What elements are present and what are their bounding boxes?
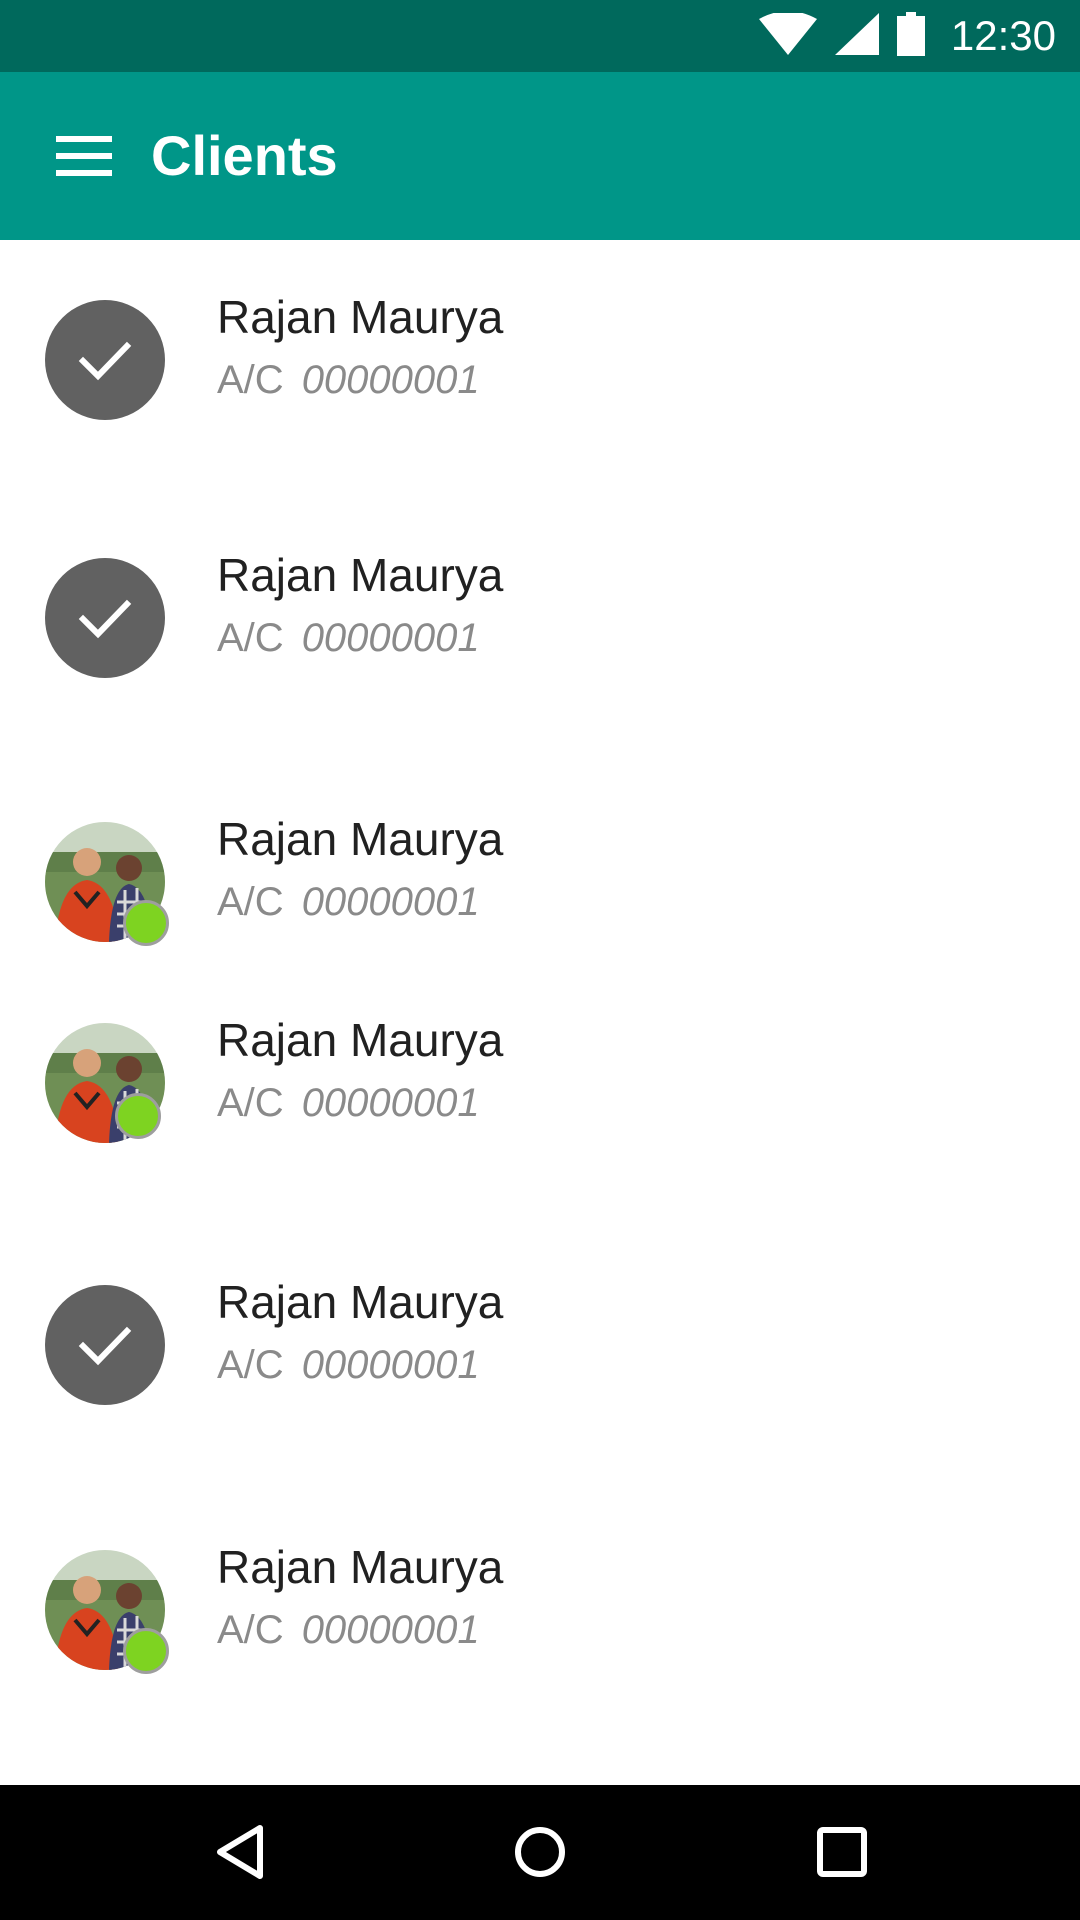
- client-name: Rajan Maurya: [217, 549, 504, 601]
- client-list[interactable]: Rajan Maurya A/C 00000001 Rajan Maurya A/C 00…: [0, 240, 1080, 1785]
- battery-icon: [896, 11, 925, 61]
- account-label: A/C: [217, 358, 284, 402]
- client-account: A/C 00000001: [217, 880, 480, 925]
- navigation-bar: [0, 1785, 1080, 1920]
- checkmark-icon: [78, 1326, 132, 1366]
- home-icon[interactable]: [480, 1785, 600, 1920]
- status-bar: 12:30: [0, 0, 1080, 72]
- client-photo-avatar[interactable]: [45, 1550, 169, 1674]
- client-list-item[interactable]: Rajan Maurya A/C 00000001: [0, 963, 1080, 1163]
- client-name: Rajan Maurya: [217, 813, 504, 865]
- account-label: A/C: [217, 1343, 284, 1387]
- client-list-item[interactable]: Rajan Maurya A/C 00000001: [0, 498, 1080, 698]
- client-list-item[interactable]: Rajan Maurya A/C 00000001: [0, 1490, 1080, 1690]
- recents-icon[interactable]: [782, 1785, 902, 1920]
- client-list-item[interactable]: Rajan Maurya A/C 00000001: [0, 762, 1080, 962]
- client-account: A/C 00000001: [217, 1343, 480, 1388]
- account-label: A/C: [217, 1081, 284, 1125]
- selected-check-avatar[interactable]: [45, 558, 165, 678]
- account-label: A/C: [217, 616, 284, 660]
- account-number: 00000001: [301, 616, 480, 660]
- cell-signal-icon: [834, 12, 879, 60]
- hamburger-menu-icon[interactable]: [56, 134, 112, 178]
- status-icons: 12:30: [758, 0, 1056, 72]
- client-account: A/C 00000001: [217, 358, 480, 403]
- client-list-item[interactable]: Rajan Maurya A/C 00000001: [0, 240, 1080, 440]
- account-number: 00000001: [301, 358, 480, 402]
- wifi-icon: [758, 10, 817, 60]
- selected-check-avatar[interactable]: [45, 1285, 165, 1405]
- checkmark-icon: [78, 599, 132, 639]
- online-status-indicator: [123, 900, 169, 946]
- client-account: A/C 00000001: [217, 1081, 480, 1126]
- account-number: 00000001: [301, 1608, 480, 1652]
- account-number: 00000001: [301, 880, 480, 924]
- checkmark-icon: [78, 341, 132, 381]
- selected-check-avatar[interactable]: [45, 300, 165, 420]
- page-title: Clients: [151, 124, 338, 187]
- client-name: Rajan Maurya: [217, 1276, 504, 1328]
- client-photo-avatar[interactable]: [45, 822, 169, 946]
- account-label: A/C: [217, 880, 284, 924]
- online-status-indicator: [115, 1093, 161, 1139]
- app-bar: Clients: [0, 72, 1080, 240]
- client-list-item[interactable]: Rajan Maurya A/C 00000001: [0, 1225, 1080, 1425]
- client-name: Rajan Maurya: [217, 291, 504, 343]
- client-name: Rajan Maurya: [217, 1014, 504, 1066]
- client-account: A/C 00000001: [217, 1608, 480, 1653]
- back-icon[interactable]: [180, 1785, 300, 1920]
- account-label: A/C: [217, 1608, 284, 1652]
- client-photo-avatar[interactable]: [45, 1023, 165, 1143]
- online-status-indicator: [123, 1628, 169, 1674]
- account-number: 00000001: [301, 1081, 480, 1125]
- client-name: Rajan Maurya: [217, 1541, 504, 1593]
- status-time: 12:30: [950, 12, 1056, 59]
- account-number: 00000001: [301, 1343, 480, 1387]
- client-account: A/C 00000001: [217, 616, 480, 661]
